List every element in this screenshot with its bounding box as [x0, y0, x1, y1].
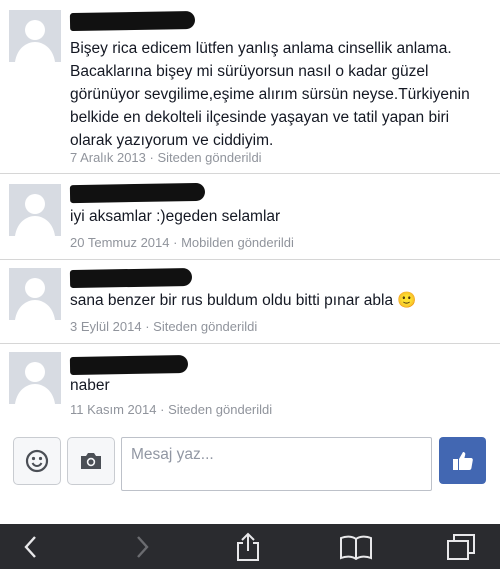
- default-avatar-icon: [9, 184, 61, 236]
- forward-icon: [137, 536, 149, 558]
- tabs-button[interactable]: [444, 532, 478, 562]
- meta-separator: ·: [145, 319, 150, 334]
- message-meta: 3 Eylül 2014 · Siteden gönderildi: [70, 319, 257, 334]
- message-item: iyi aksamlar :)egeden selamlar 20 Temmuz…: [0, 174, 500, 260]
- like-button[interactable]: [439, 437, 486, 484]
- camera-icon: [81, 453, 101, 469]
- message-source: Siteden gönderildi: [153, 319, 258, 334]
- smiley-icon: [25, 449, 49, 473]
- message-date[interactable]: 7 Aralık 2013: [70, 150, 146, 165]
- share-icon: [237, 532, 259, 561]
- message-text: Bişey rica edicem lütfen yanlış anlama c…: [70, 40, 470, 149]
- smiley-emoji-icon: 🙂: [397, 292, 417, 309]
- redacted-sender-name: [69, 182, 206, 204]
- avatar[interactable]: [9, 10, 61, 62]
- message-source: Siteden gönderildi: [157, 150, 262, 165]
- avatar[interactable]: [9, 184, 61, 236]
- message-source: Siteden gönderildi: [168, 402, 273, 417]
- browser-toolbar: [0, 524, 500, 569]
- message-date[interactable]: 20 Temmuz 2014: [70, 235, 170, 250]
- message-composer: Mesaj yaz...: [0, 426, 500, 524]
- redacted-sender-name: [69, 267, 193, 289]
- emoji-button[interactable]: [13, 437, 61, 485]
- message-text: naber: [70, 377, 110, 394]
- message-date[interactable]: 3 Eylül 2014: [70, 319, 142, 334]
- message-date[interactable]: 11 Kasım 2014: [70, 402, 156, 417]
- message-meta: 11 Kasım 2014 · Siteden gönderildi: [70, 402, 272, 417]
- avatar[interactable]: [9, 352, 61, 404]
- message-input[interactable]: Mesaj yaz...: [121, 437, 432, 491]
- meta-separator: ·: [160, 402, 165, 417]
- back-icon: [24, 536, 36, 558]
- message-item: sana benzer bir rus buldum oldu bitti pı…: [0, 260, 500, 344]
- message-text: sana benzer bir rus buldum oldu bitti pı…: [70, 289, 486, 312]
- meta-separator: ·: [173, 235, 178, 250]
- meta-separator: ·: [149, 150, 154, 165]
- message-item: naber 11 Kasım 2014 · Siteden gönderildi: [0, 344, 500, 425]
- back-button[interactable]: [16, 532, 46, 562]
- message-text-body: sana benzer bir rus buldum oldu bitti pı…: [70, 292, 394, 309]
- redacted-sender-name: [69, 10, 196, 32]
- default-avatar-icon: [9, 10, 61, 62]
- message-meta: 20 Temmuz 2014 · Mobilden gönderildi: [70, 235, 294, 250]
- tabs-icon: [447, 534, 475, 560]
- share-button[interactable]: [231, 532, 265, 562]
- bookmarks-icon: [340, 535, 372, 560]
- default-avatar-icon: [9, 352, 61, 404]
- message-meta: 7 Aralık 2013 · Siteden gönderildi: [70, 150, 262, 165]
- avatar[interactable]: [9, 268, 61, 320]
- message-input-placeholder: Mesaj yaz...: [131, 446, 214, 463]
- redacted-sender-name: [69, 354, 189, 376]
- forward-button[interactable]: [127, 532, 157, 562]
- message-item: Bişey rica edicem lütfen yanlış anlama c…: [0, 0, 500, 174]
- message-source: Mobilden gönderildi: [181, 235, 294, 250]
- thumbs-up-icon: [452, 451, 473, 470]
- default-avatar-icon: [9, 268, 61, 320]
- bookmarks-button[interactable]: [336, 532, 376, 562]
- camera-button[interactable]: [67, 437, 115, 485]
- message-text: iyi aksamlar :)egeden selamlar: [70, 208, 281, 225]
